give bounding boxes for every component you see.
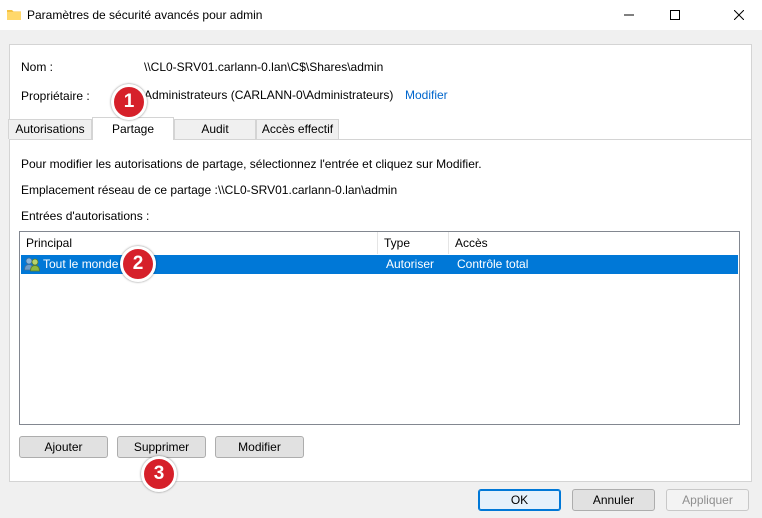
maximize-icon — [670, 10, 680, 20]
access-cell: Contrôle total — [457, 257, 529, 271]
apply-button[interactable]: Appliquer — [666, 489, 749, 511]
owner-modify-link[interactable]: Modifier — [405, 88, 448, 102]
step-badge-1: 1 — [111, 84, 147, 120]
column-header-access[interactable]: Accès — [449, 232, 739, 254]
step-badge-3: 3 — [141, 456, 177, 492]
window-title: Paramètres de sécurité avancés pour admi… — [27, 8, 263, 22]
tab-audit[interactable]: Audit — [174, 119, 256, 139]
tab-label: Audit — [201, 122, 229, 136]
instructions-text: Pour modifier les autorisations de parta… — [21, 157, 482, 171]
column-header-type[interactable]: Type — [378, 232, 449, 254]
entries-label: Entrées d'autorisations : — [21, 209, 150, 223]
step-badge-2: 2 — [120, 246, 156, 282]
close-button[interactable] — [716, 0, 762, 30]
minimize-icon — [624, 14, 634, 16]
title-bar: Paramètres de sécurité avancés pour admi… — [0, 0, 762, 30]
users-icon — [24, 257, 40, 272]
network-location-value: \\CL0-SRV01.carlann-0.lan\admin — [218, 183, 398, 197]
tab-autorisations[interactable]: Autorisations — [8, 119, 92, 139]
tab-partage[interactable]: Partage — [92, 117, 174, 140]
network-location-label: Emplacement réseau de ce partage : — [21, 183, 218, 197]
minimize-button[interactable] — [606, 0, 652, 30]
cancel-button[interactable]: Annuler — [572, 489, 655, 511]
type-cell: Autoriser — [386, 257, 435, 271]
ok-button[interactable]: OK — [478, 489, 561, 511]
owner-value: Administrateurs (CARLANN-0\Administrateu… — [144, 88, 394, 102]
add-button[interactable]: Ajouter — [19, 436, 108, 458]
principal-cell: Tout le monde — [43, 257, 119, 271]
close-icon — [734, 10, 744, 20]
tab-acces-effectif[interactable]: Accès effectif — [256, 119, 339, 139]
tab-label: Partage — [111, 122, 155, 136]
remove-button[interactable]: Supprimer — [117, 436, 206, 458]
tab-label: Accès effectif — [261, 122, 334, 136]
name-label: Nom : — [21, 60, 54, 74]
name-value: \\CL0-SRV01.carlann-0.lan\C$\Shares\admi… — [144, 60, 384, 74]
owner-label: Propriétaire : — [21, 89, 90, 103]
tab-label: Autorisations — [15, 122, 85, 136]
folder-icon — [7, 10, 21, 20]
modify-button[interactable]: Modifier — [215, 436, 304, 458]
maximize-button[interactable] — [652, 0, 698, 30]
column-header-principal[interactable]: Principal — [20, 232, 378, 254]
